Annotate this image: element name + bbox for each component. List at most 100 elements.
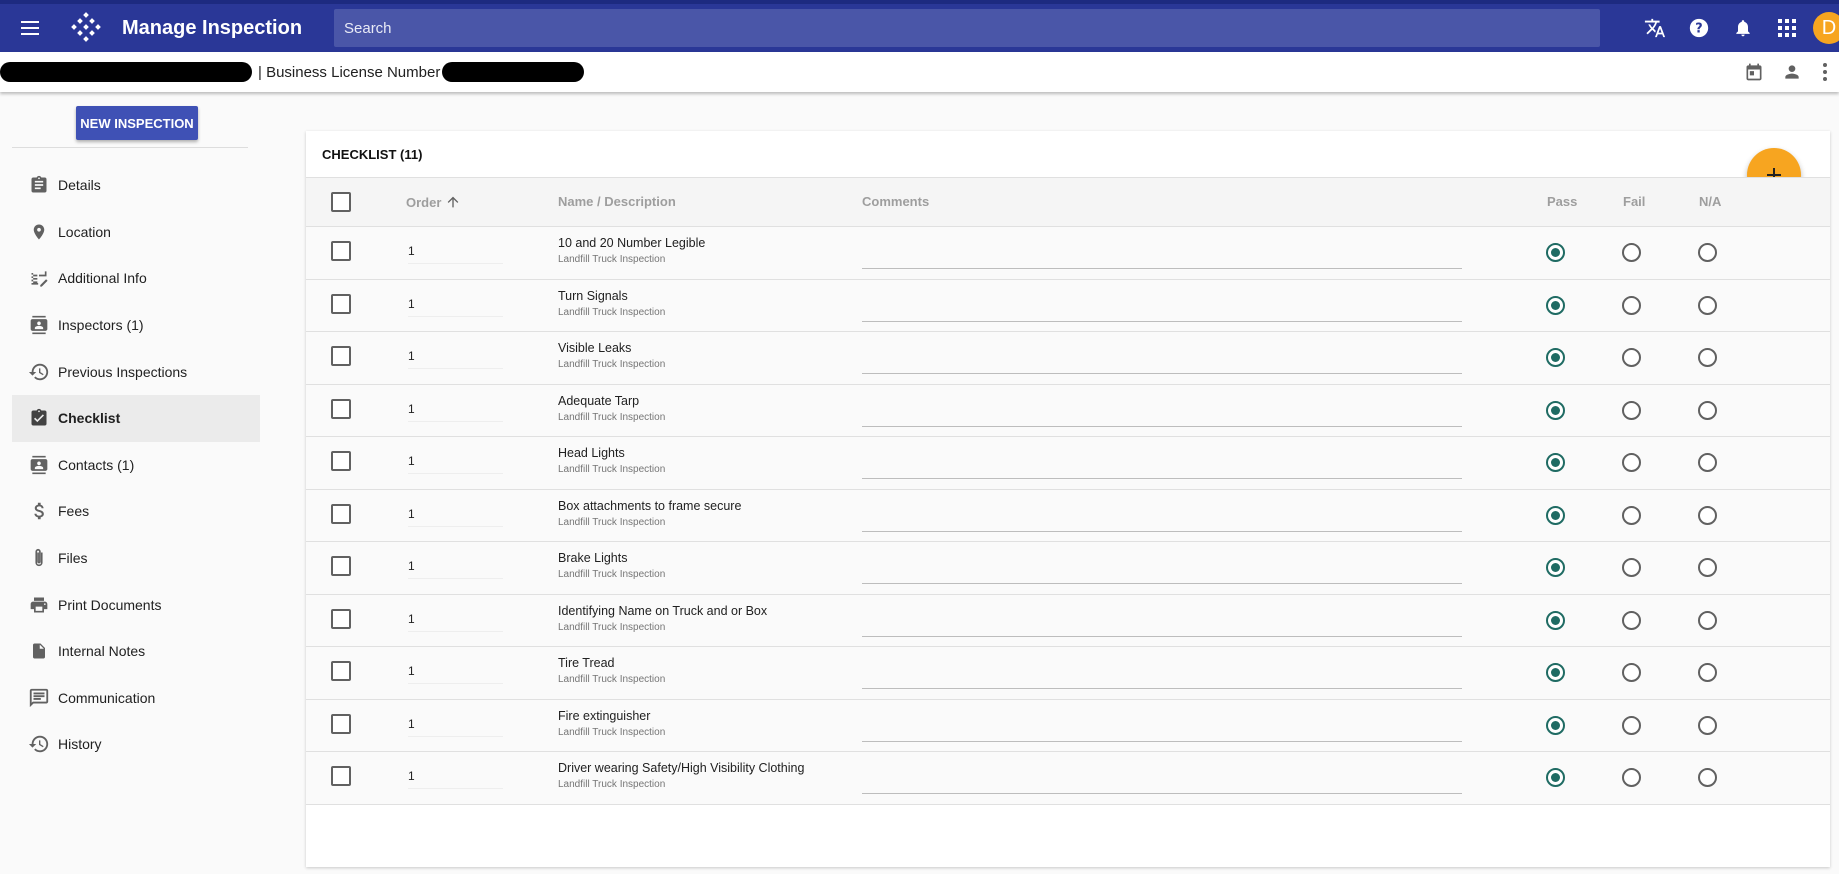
sidebar-item-additional-info[interactable]: Additional Info xyxy=(12,255,260,302)
order-value[interactable]: 1 xyxy=(408,349,503,369)
order-value[interactable]: 1 xyxy=(408,769,503,789)
sidebar-item-history[interactable]: History xyxy=(12,721,260,768)
sidebar-item-details[interactable]: Details xyxy=(12,162,260,209)
order-value[interactable]: 1 xyxy=(408,717,503,737)
select-all-checkbox[interactable] xyxy=(331,192,351,212)
na-radio[interactable] xyxy=(1698,348,1717,367)
apps-grid-icon[interactable] xyxy=(1765,4,1809,52)
sidebar-item-print-documents[interactable]: Print Documents xyxy=(12,581,260,628)
sidebar-item-communication[interactable]: Communication xyxy=(12,675,260,722)
column-name-description[interactable]: Name / Description xyxy=(558,194,676,209)
sidebar-item-checklist[interactable]: Checklist xyxy=(12,394,260,442)
search-input[interactable]: Search xyxy=(334,9,1600,47)
comment-input[interactable] xyxy=(862,768,1462,794)
comment-input[interactable] xyxy=(862,243,1462,269)
fail-radio[interactable] xyxy=(1622,243,1641,262)
sidebar-item-fees[interactable]: Fees xyxy=(12,488,260,535)
na-radio[interactable] xyxy=(1698,768,1717,787)
person-icon[interactable] xyxy=(1773,52,1811,92)
na-radio[interactable] xyxy=(1698,663,1717,682)
row-checkbox[interactable] xyxy=(331,713,351,734)
row-checkbox[interactable] xyxy=(331,608,351,629)
row-checkbox[interactable] xyxy=(331,766,351,786)
fail-radio[interactable] xyxy=(1622,295,1641,315)
item-description: Landfill Truck Inspection xyxy=(558,674,666,685)
comment-input[interactable] xyxy=(862,453,1462,479)
column-fail[interactable]: Fail xyxy=(1623,194,1645,209)
pass-radio[interactable] xyxy=(1546,558,1565,577)
row-checkbox[interactable] xyxy=(331,398,351,419)
comment-input[interactable] xyxy=(862,610,1462,637)
na-radio[interactable] xyxy=(1698,295,1717,315)
na-radio[interactable] xyxy=(1698,243,1717,262)
row-checkbox[interactable] xyxy=(331,661,351,681)
comment-input[interactable] xyxy=(862,715,1462,742)
item-description: Landfill Truck Inspection xyxy=(558,726,666,738)
notifications-icon[interactable] xyxy=(1721,4,1765,52)
column-comments[interactable]: Comments xyxy=(862,194,929,209)
comment-input[interactable] xyxy=(862,295,1462,322)
comment-input[interactable] xyxy=(862,348,1462,374)
order-value[interactable]: 1 xyxy=(408,297,503,317)
order-value[interactable]: 1 xyxy=(408,507,503,527)
comment-input[interactable] xyxy=(862,400,1462,427)
order-value[interactable]: 1 xyxy=(408,402,503,422)
sidebar-item-internal-notes[interactable]: Internal Notes xyxy=(12,628,260,675)
order-value[interactable]: 1 xyxy=(408,612,503,632)
pass-radio[interactable] xyxy=(1546,453,1565,472)
pass-radio[interactable] xyxy=(1546,663,1565,682)
order-value[interactable]: 1 xyxy=(408,454,503,474)
fail-radio[interactable] xyxy=(1622,663,1641,682)
row-checkbox[interactable] xyxy=(331,346,351,366)
fail-radio[interactable] xyxy=(1622,768,1641,787)
sidebar-item-previous-inspections[interactable]: Previous Inspections xyxy=(12,348,260,395)
na-radio[interactable] xyxy=(1698,505,1717,525)
fail-radio[interactable] xyxy=(1622,610,1641,630)
more-vertical-icon[interactable] xyxy=(1811,52,1839,92)
comment-input[interactable] xyxy=(862,505,1462,532)
fail-radio[interactable] xyxy=(1622,505,1641,525)
pass-radio[interactable] xyxy=(1546,768,1565,787)
column-na[interactable]: N/A xyxy=(1699,194,1721,209)
fail-radio[interactable] xyxy=(1622,400,1641,420)
na-radio[interactable] xyxy=(1698,610,1717,630)
pass-radio[interactable] xyxy=(1546,505,1565,525)
row-checkbox[interactable] xyxy=(331,451,351,471)
sidebar-item-contacts[interactable]: Contacts (1) xyxy=(12,442,260,489)
calendar-icon[interactable] xyxy=(1735,52,1773,92)
na-radio[interactable] xyxy=(1698,715,1717,735)
pass-radio[interactable] xyxy=(1546,610,1565,630)
fail-radio[interactable] xyxy=(1622,348,1641,367)
sidebar-item-inspectors[interactable]: Inspectors (1) xyxy=(12,302,260,349)
pass-radio[interactable] xyxy=(1546,348,1565,367)
sidebar-item-files[interactable]: Files xyxy=(12,535,260,582)
fail-radio[interactable] xyxy=(1622,558,1641,577)
pass-radio[interactable] xyxy=(1546,243,1565,262)
help-icon[interactable]: ? xyxy=(1677,4,1721,52)
row-checkbox[interactable] xyxy=(331,293,351,314)
na-radio[interactable] xyxy=(1698,453,1717,472)
translate-icon[interactable] xyxy=(1633,4,1677,52)
new-inspection-button[interactable]: NEW INSPECTION xyxy=(76,106,198,140)
comment-input[interactable] xyxy=(862,663,1462,689)
order-value[interactable]: 1 xyxy=(408,244,503,264)
comment-input[interactable] xyxy=(862,558,1462,584)
pass-radio[interactable] xyxy=(1546,295,1565,315)
row-checkbox[interactable] xyxy=(331,556,351,576)
na-radio[interactable] xyxy=(1698,558,1717,577)
row-checkbox[interactable] xyxy=(331,503,351,524)
sidebar-item-location[interactable]: Location xyxy=(12,209,260,256)
menu-icon[interactable] xyxy=(0,4,62,52)
order-value[interactable]: 1 xyxy=(408,664,503,684)
avatar[interactable]: D xyxy=(1813,12,1839,44)
fail-radio[interactable] xyxy=(1622,715,1641,735)
pass-radio[interactable] xyxy=(1546,715,1565,735)
app-logo[interactable] xyxy=(62,4,110,52)
order-value[interactable]: 1 xyxy=(408,559,503,579)
pass-radio[interactable] xyxy=(1546,400,1565,420)
column-order[interactable]: Order xyxy=(406,194,461,210)
fail-radio[interactable] xyxy=(1622,453,1641,472)
na-radio[interactable] xyxy=(1698,400,1717,420)
column-pass[interactable]: Pass xyxy=(1547,194,1577,209)
row-checkbox[interactable] xyxy=(331,241,351,261)
